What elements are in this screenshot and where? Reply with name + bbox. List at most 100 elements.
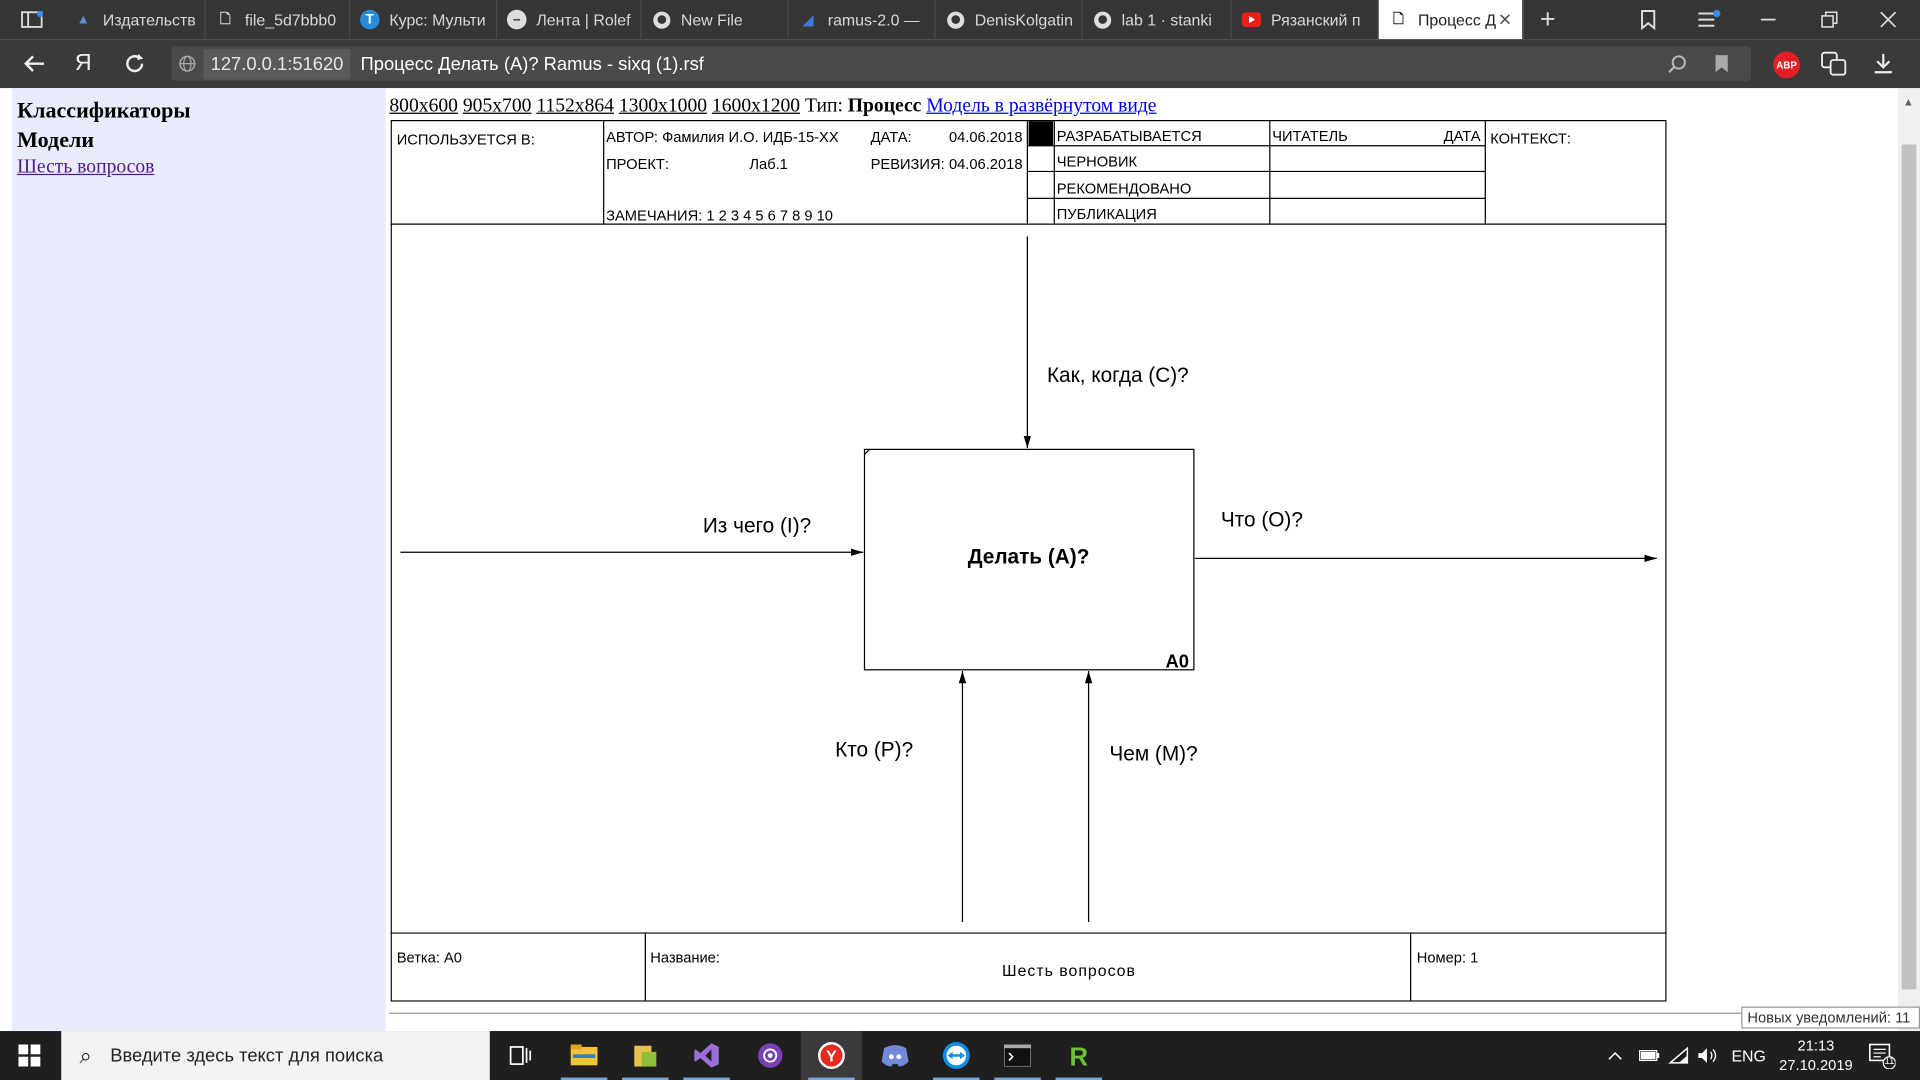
used-in-label: ИСПОЛЬЗУЕТСЯ В: <box>397 132 535 148</box>
taskbar-clock[interactable]: 21:13 27.10.2019 <box>1773 1036 1859 1075</box>
status-developing: РАЗРАБАТЫВАЕТСЯ <box>1057 129 1202 145</box>
file-explorer-icon[interactable] <box>553 1031 614 1080</box>
tab-course[interactable]: Т Курс: Мульти <box>350 0 498 40</box>
windows-start-icon[interactable] <box>0 1031 59 1080</box>
revision-label: РЕВИЗИЯ: <box>871 157 945 173</box>
clock-date: 27.10.2019 <box>1779 1056 1853 1074</box>
task-view-icon[interactable] <box>490 1031 551 1080</box>
date-label: ДАТА: <box>871 130 912 146</box>
size-link-905x700[interactable]: 905x700 <box>463 96 532 117</box>
tab-deniskolgatin[interactable]: DenisKolgatin <box>936 0 1083 40</box>
size-link-800x600[interactable]: 800x600 <box>389 96 458 117</box>
status-publication: ПУБЛИКАЦИЯ <box>1057 207 1157 223</box>
publisher-icon: ▲ <box>76 12 90 27</box>
download-icon[interactable] <box>1859 39 1908 88</box>
scroll-up-icon[interactable]: ▲ <box>1903 96 1914 108</box>
project-value: Лаб.1 <box>749 157 787 173</box>
vertical-scrollbar[interactable]: ▲ <box>1897 88 1920 1032</box>
svg-text:R: R <box>1070 1043 1089 1069</box>
visual-studio-icon[interactable] <box>676 1031 737 1080</box>
new-tab-icon[interactable]: + <box>1523 0 1572 39</box>
translate-icon[interactable] <box>1810 39 1859 88</box>
size-link-1300x1000[interactable]: 1300x1000 <box>619 96 707 117</box>
sidebar-heading-models[interactable]: Модели <box>17 125 386 154</box>
size-link-1152x864[interactable]: 1152x864 <box>536 96 614 117</box>
page-content: Классификаторы Модели Шесть вопросов 800… <box>0 88 1898 1032</box>
bookmarks-icon[interactable] <box>1624 0 1673 39</box>
language-indicator[interactable]: ENG <box>1731 1031 1765 1080</box>
media-player-icon[interactable] <box>740 1031 801 1080</box>
notes-label: ЗАМЕЧАНИЯ: 1 2 3 4 5 6 7 8 9 10 <box>606 208 833 224</box>
tab-label: Рязанский п <box>1271 10 1361 29</box>
database-tool-icon[interactable] <box>615 1031 676 1080</box>
tab-lab1[interactable]: lab 1 · stanki <box>1082 0 1232 40</box>
url-host: 127.0.0.1:51620 <box>203 48 351 79</box>
expanded-model-link[interactable]: Модель в развёрнутом виде <box>926 96 1156 117</box>
activity-box[interactable]: Делать (А)? A0 <box>863 448 1195 671</box>
tab-feed[interactable]: – Лента | Rolef <box>497 0 642 40</box>
type-label: Тип: <box>804 95 843 117</box>
clock-time: 21:13 <box>1797 1037 1835 1055</box>
yandex-button[interactable]: Я <box>59 39 108 88</box>
ramus-app-icon[interactable]: R <box>1048 1031 1109 1080</box>
address-bar: Я 127.0.0.1:51620 Процесс Делать (А)? Ra… <box>0 39 1920 89</box>
output-arrow-label: Что (O)? <box>1221 509 1303 532</box>
tab-youtube[interactable]: Рязанский п <box>1232 0 1379 40</box>
restore-icon[interactable] <box>1805 0 1854 39</box>
sidebar-heading-classifiers[interactable]: Классификаторы <box>17 96 386 125</box>
reader-date-label: ДАТА <box>1444 129 1481 145</box>
name-value: Шесть вопросов <box>1002 963 1136 980</box>
tab-file[interactable]: 🗋 file_5d7bbb0 <box>206 0 351 40</box>
page-title-in-url: Процесс Делать (А)? Ramus - sixq (1).rsf <box>360 53 704 75</box>
reload-icon[interactable] <box>110 39 159 88</box>
url-field[interactable]: 127.0.0.1:51620 Процесс Делать (А)? Ramu… <box>171 46 1752 81</box>
activity-number: A0 <box>1166 650 1189 671</box>
github-icon <box>1092 10 1112 30</box>
tab-label: Издательств <box>102 10 196 29</box>
tab-process-active[interactable]: 🗋 Процесс Д ✕ <box>1378 0 1524 40</box>
size-link-1600x1200[interactable]: 1600x1200 <box>712 96 800 117</box>
terminal-icon[interactable] <box>987 1031 1048 1080</box>
tab-label: lab 1 · stanki <box>1121 10 1212 29</box>
tab-publisher[interactable]: ▲ Издательств <box>64 0 206 40</box>
branch-label: Ветка: А0 <box>397 950 462 966</box>
tab-manager-icon[interactable] <box>7 0 56 39</box>
scrollbar-thumb[interactable] <box>1901 144 1917 990</box>
find-icon[interactable] <box>1653 39 1702 88</box>
search-placeholder: Введите здесь текст для поиска <box>110 1045 384 1066</box>
yandex-browser-icon[interactable]: Y <box>800 1031 863 1080</box>
back-icon[interactable] <box>10 39 59 88</box>
menu-icon[interactable] <box>1685 0 1734 39</box>
sidebar-link-six-questions[interactable]: Шесть вопросов <box>17 157 386 179</box>
tab-label: DenisKolgatin <box>974 10 1073 29</box>
youtube-icon <box>1241 10 1262 30</box>
search-icon: ⌕ <box>79 1042 92 1068</box>
taskbar-search[interactable]: ⌕ Введите здесь текст для поиска <box>61 1031 490 1080</box>
adblock-plus-icon[interactable]: ABP <box>1773 51 1801 79</box>
minimize-icon[interactable] <box>1744 0 1793 39</box>
battery-icon[interactable] <box>1638 1031 1660 1080</box>
file-icon: 🗋 <box>1392 11 1404 27</box>
tab-new-file[interactable]: New File <box>642 0 789 40</box>
ramus-icon: ◢ <box>802 12 814 28</box>
volume-icon[interactable] <box>1697 1031 1719 1080</box>
mechanism-p-label: Кто (P)? <box>835 739 913 762</box>
wifi-icon[interactable] <box>1668 1031 1690 1080</box>
svg-text:Y: Y <box>826 1049 837 1066</box>
tray-chevron-icon[interactable] <box>1607 1031 1624 1080</box>
tab-close-icon[interactable]: ✕ <box>1498 10 1512 31</box>
bookmark-page-icon[interactable] <box>1697 39 1746 88</box>
teamviewer-icon[interactable] <box>926 1031 987 1080</box>
bottom-divider <box>389 1012 1898 1014</box>
close-window-icon[interactable] <box>1864 0 1913 39</box>
site-info-icon[interactable] <box>171 47 203 81</box>
input-arrow-label: Из чего (I)? <box>703 515 811 538</box>
tab-ramus[interactable]: ◢ ramus-2.0 — <box>789 0 936 40</box>
reader-label: ЧИТАТЕЛЬ <box>1272 129 1348 145</box>
action-center-icon[interactable]: 11 <box>1869 1031 1896 1080</box>
activity-title: Делать (А)? <box>968 545 1090 568</box>
mechanism-m-label: Чем (M)? <box>1109 742 1197 765</box>
discord-icon[interactable] <box>864 1031 925 1080</box>
github-icon <box>651 10 671 30</box>
feed-icon: – <box>506 9 527 30</box>
